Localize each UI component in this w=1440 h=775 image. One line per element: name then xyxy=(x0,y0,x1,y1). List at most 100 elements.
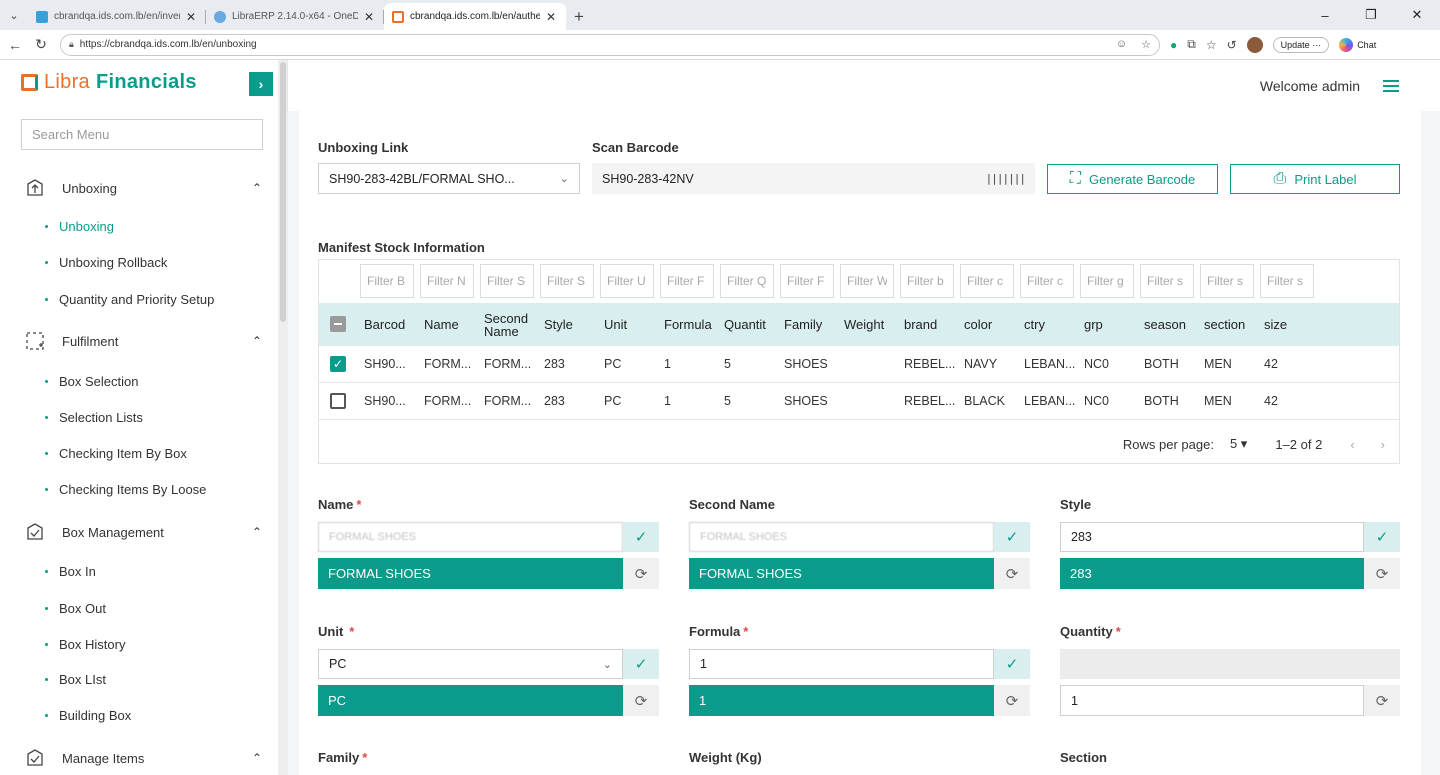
confirm-check-icon[interactable]: ✓ xyxy=(994,522,1030,552)
style-input[interactable]: 283 xyxy=(1060,522,1364,552)
sidebar-group-fulfilment[interactable]: Fulfilment ⌃ xyxy=(24,330,264,352)
column-filter-input[interactable] xyxy=(1020,264,1074,298)
quantity-result-input[interactable]: 1 xyxy=(1060,685,1364,716)
sidebar-item-box-selection[interactable]: Box Selection xyxy=(45,374,139,389)
formula-input[interactable]: 1 xyxy=(689,649,994,679)
column-header[interactable]: Barcod xyxy=(364,303,420,346)
column-filter-input[interactable] xyxy=(360,264,414,298)
column-header[interactable]: grp xyxy=(1084,303,1140,346)
column-header[interactable]: brand xyxy=(904,303,960,346)
chevron-up-icon[interactable]: ⌃ xyxy=(250,334,264,348)
refresh-icon[interactable]: ⟳ xyxy=(623,685,659,716)
reader-icon[interactable]: ☺ xyxy=(1116,38,1127,51)
rows-per-page-select[interactable]: 5 ▾ xyxy=(1230,436,1247,452)
history-icon[interactable]: ↺ xyxy=(1227,38,1237,52)
reload-icon[interactable]: ↻ xyxy=(28,36,54,53)
browser-tab-inventory[interactable]: cbrandqa.ids.com.lb/en/inventory/ ✕ xyxy=(28,3,206,30)
column-header[interactable]: Name xyxy=(424,303,480,346)
refresh-icon[interactable]: ⟳ xyxy=(1364,685,1400,716)
column-filter-input[interactable] xyxy=(540,264,594,298)
column-header[interactable]: Quantit xyxy=(724,303,780,346)
sidebar-item-quantity-priority-setup[interactable]: Quantity and Priority Setup xyxy=(45,292,214,307)
column-header[interactable]: Style xyxy=(544,303,600,346)
copilot-chat-button[interactable]: Chat xyxy=(1339,37,1376,52)
row-checkbox[interactable] xyxy=(330,393,346,409)
generate-barcode-button[interactable]: ⛶ Generate Barcode xyxy=(1047,164,1218,194)
column-header[interactable]: Second Name xyxy=(484,303,540,346)
column-header[interactable]: section xyxy=(1204,303,1260,346)
sidebar-toggle-chevron-right-icon[interactable]: › xyxy=(249,72,273,96)
column-header[interactable]: season xyxy=(1144,303,1200,346)
column-filter-input[interactable] xyxy=(1140,264,1194,298)
hamburger-menu-icon[interactable] xyxy=(1383,80,1399,92)
column-header[interactable]: color xyxy=(964,303,1020,346)
column-filter-input[interactable] xyxy=(960,264,1014,298)
maximize-icon[interactable]: ❐ xyxy=(1348,0,1394,30)
next-page-chevron-icon[interactable]: › xyxy=(1381,437,1385,452)
column-filter-input[interactable] xyxy=(720,264,774,298)
update-button[interactable]: Update ··· xyxy=(1272,36,1330,53)
extensions-puzzle-icon[interactable]: ⧉ xyxy=(1187,37,1196,52)
refresh-icon[interactable]: ⟳ xyxy=(994,558,1030,589)
search-menu-input[interactable] xyxy=(21,119,263,150)
column-header[interactable]: size xyxy=(1264,303,1320,346)
tab-list-chevron-icon[interactable]: ⌄ xyxy=(0,0,28,30)
sidebar-item-selection-lists[interactable]: Selection Lists xyxy=(45,410,143,425)
sidebar-scrollbar-thumb[interactable] xyxy=(280,62,286,322)
column-header[interactable]: Weight xyxy=(844,303,900,346)
scan-barcode-input[interactable]: SH90-283-42NV ||||||| xyxy=(592,163,1035,194)
chevron-up-icon[interactable]: ⌃ xyxy=(250,751,264,765)
print-label-button[interactable]: ⎙ Print Label xyxy=(1230,164,1400,194)
prev-page-chevron-icon[interactable]: ‹ xyxy=(1350,437,1354,452)
refresh-icon[interactable]: ⟳ xyxy=(1364,558,1400,589)
sidebar-group-unboxing[interactable]: Unboxing ⌃ xyxy=(24,177,264,199)
url-field[interactable]: 🔒︎ https://cbrandqa.ids.com.lb/en/unboxi… xyxy=(60,33,1160,56)
column-filter-input[interactable] xyxy=(600,264,654,298)
column-filter-input[interactable] xyxy=(1080,264,1134,298)
column-filter-input[interactable] xyxy=(780,264,834,298)
unboxing-link-select[interactable]: SH90-283-42BL/FORMAL SHO... ⌄ xyxy=(318,163,580,194)
minimize-icon[interactable]: – xyxy=(1302,0,1348,30)
column-header[interactable]: Family xyxy=(784,303,840,346)
sidebar-item-unboxing[interactable]: Unboxing xyxy=(45,219,114,234)
refresh-icon[interactable]: ⟳ xyxy=(994,685,1030,716)
sidebar-item-unboxing-rollback[interactable]: Unboxing Rollback xyxy=(45,255,167,270)
new-tab-plus-icon[interactable]: + xyxy=(566,3,592,30)
favorite-star-icon[interactable]: ☆ xyxy=(1141,38,1151,51)
column-filter-input[interactable] xyxy=(480,264,534,298)
chevron-up-icon[interactable]: ⌃ xyxy=(250,525,264,539)
confirm-check-icon[interactable]: ✓ xyxy=(994,649,1030,679)
sidebar-item-box-list[interactable]: Box LIst xyxy=(45,672,106,687)
name-input[interactable]: FORMAL SHOES xyxy=(318,522,623,552)
column-header[interactable]: ctry xyxy=(1024,303,1080,346)
sidebar-group-manage-items[interactable]: Manage Items ⌃ xyxy=(24,747,264,769)
confirm-check-icon[interactable]: ✓ xyxy=(623,649,659,679)
sidebar-item-box-in[interactable]: Box In xyxy=(45,564,96,579)
collections-icon[interactable]: ☆ xyxy=(1206,38,1217,52)
column-header[interactable]: Formula xyxy=(664,303,720,346)
back-arrow-icon[interactable]: ← xyxy=(2,37,28,53)
browser-tab-onedrive[interactable]: LibraERP 2.14.0-x64 - OneDrive ✕ xyxy=(206,3,384,30)
close-tab-icon[interactable]: ✕ xyxy=(184,10,198,24)
sidebar-item-building-box[interactable]: Building Box xyxy=(45,708,131,723)
table-row[interactable]: SH90... FORM... FORM... 283 PC 1 5 SHOES REBEL..… xyxy=(319,383,1399,420)
confirm-check-icon[interactable]: ✓ xyxy=(623,522,659,552)
close-tab-icon[interactable]: ✕ xyxy=(362,10,376,24)
table-row[interactable]: ✓ SH90... FORM... FORM... 283 PC 1 5 SHOES REBEL… xyxy=(319,346,1399,383)
column-filter-input[interactable] xyxy=(900,264,954,298)
sidebar-item-box-history[interactable]: Box History xyxy=(45,637,125,652)
grammarly-icon[interactable]: ● xyxy=(1170,38,1177,52)
barcode-scan-icon[interactable]: ||||||| xyxy=(986,172,1026,185)
column-header[interactable]: Unit xyxy=(604,303,660,346)
sidebar-group-box-management[interactable]: Box Management ⌃ xyxy=(24,521,264,543)
browser-tab-active[interactable]: cbrandqa.ids.com.lb/en/authentica ✕ xyxy=(384,3,566,30)
row-checkbox-checked[interactable]: ✓ xyxy=(330,356,346,372)
select-all-checkbox[interactable] xyxy=(330,316,346,332)
refresh-icon[interactable]: ⟳ xyxy=(623,558,659,589)
column-filter-input[interactable] xyxy=(1260,264,1314,298)
sidebar-item-checking-items-by-loose[interactable]: Checking Items By Loose xyxy=(45,482,206,497)
window-close-icon[interactable]: ✕ xyxy=(1394,0,1440,30)
unit-select[interactable]: PC ⌄ xyxy=(318,649,623,679)
column-filter-input[interactable] xyxy=(420,264,474,298)
chevron-up-icon[interactable]: ⌃ xyxy=(250,181,264,195)
